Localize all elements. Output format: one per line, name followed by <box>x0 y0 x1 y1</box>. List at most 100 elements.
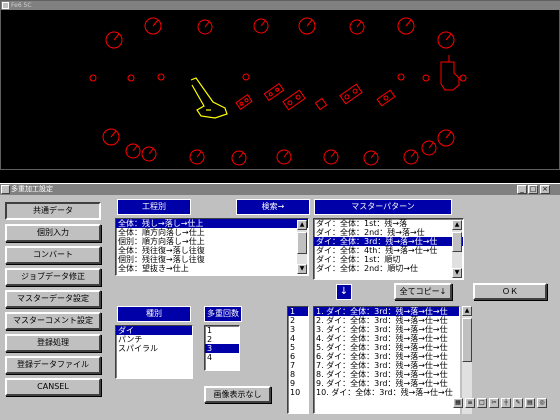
process-list-item[interactable]: 個別：順方向落し→仕上 <box>116 237 308 246</box>
arm-part <box>190 77 228 119</box>
maximize-button[interactable]: □ <box>528 185 538 194</box>
count-list-item[interactable]: 2 <box>205 335 239 344</box>
die-hole <box>189 149 205 165</box>
process-list-item[interactable]: 全体：順方向落し→仕上 <box>116 228 308 237</box>
individual-input-button[interactable]: 個別入力 <box>5 224 101 242</box>
result-number-item[interactable]: 7 <box>288 361 308 370</box>
result-number-listbox[interactable]: 1 2 3 4 5 6 7 8 9 10 <box>287 306 309 414</box>
lines-icon[interactable]: ≡ <box>465 398 475 408</box>
scroll-down-icon[interactable]: ▼ <box>297 264 307 274</box>
die-part <box>282 89 306 111</box>
scroll-up-icon[interactable]: ▲ <box>452 220 462 230</box>
process-listbox[interactable]: 全体：残し→落し→仕上 全体：順方向落し→仕上 個別：順方向落し→仕上 全体：残往復→… <box>115 218 309 276</box>
process-scrollbar[interactable]: ▲ ▼ <box>297 220 307 274</box>
grid2-icon[interactable]: ▤ <box>525 398 535 408</box>
register-process-button[interactable]: 登録処理 <box>5 334 101 352</box>
scroll-up-icon[interactable]: ▲ <box>297 220 307 230</box>
result-number-item[interactable]: 4 <box>288 334 308 343</box>
pin <box>242 73 250 81</box>
register-data-file-button[interactable]: 登録データファイル <box>5 356 101 374</box>
result-list-item[interactable]: 4. ダイ：全体：3rd：残→落→仕→仕 <box>314 334 459 343</box>
result-listbox[interactable]: 1. ダイ：全体：3rd：残→落→仕→仕 2. ダイ：全体：3rd：残→落→仕→仕… <box>313 306 460 414</box>
result-number-item[interactable]: 8 <box>288 370 308 379</box>
die-hole <box>437 31 455 49</box>
result-list-item[interactable]: 7. ダイ：全体：3rd：残→落→仕→仕 <box>314 361 459 370</box>
close-button[interactable]: × <box>540 185 550 194</box>
process-list-item[interactable]: 個別：残往復→落し往復 <box>116 255 308 264</box>
pattern-list-item[interactable]: ダイ：全体：1st：残→落 <box>314 219 463 228</box>
result-list-item[interactable]: 6. ダイ：全体：3rd：残→落→仕→仕 <box>314 352 459 361</box>
result-list-item[interactable]: 10. ダイ：全体：3rd：残→落→仕→仕 <box>314 388 459 397</box>
minimize-button[interactable]: _ <box>517 185 527 194</box>
grid-icon[interactable]: ▦ <box>453 398 463 408</box>
die-hole <box>105 31 123 49</box>
punch-shape <box>440 55 460 91</box>
system-menu-icon[interactable] <box>2 2 9 9</box>
master-comment-settings-button[interactable]: マスターコメント設定 <box>5 312 101 330</box>
common-data-button[interactable]: 共通データ <box>5 202 101 220</box>
result-list-item[interactable]: 8. ダイ：全体：3rd：残→落→仕→仕 <box>314 370 459 379</box>
pattern-list-item[interactable]: ダイ：全体：2nd：残→落→仕 <box>314 228 463 237</box>
scroll-up-icon[interactable]: ▲ <box>462 306 472 316</box>
multi-count-listbox[interactable]: 1234 <box>204 325 240 371</box>
ruler-icon[interactable]: ┼ <box>501 398 511 408</box>
cancel-button[interactable]: CANSEL <box>5 378 101 396</box>
type-list-item[interactable]: ダイ <box>116 326 192 335</box>
scroll-thumb[interactable] <box>452 232 462 252</box>
process-list-item[interactable]: 全体：残し→落し→仕上 <box>116 219 308 228</box>
master-pattern-label: マスターパターン <box>314 199 452 215</box>
ok-button[interactable]: ＯＫ <box>473 283 547 300</box>
pen-icon[interactable]: ✎ <box>513 398 523 408</box>
count-list-item[interactable]: 3 <box>205 344 239 353</box>
die-hole <box>253 18 269 34</box>
count-list-item[interactable]: 4 <box>205 353 239 362</box>
frame-icon[interactable]: □ <box>477 398 487 408</box>
process-label: 工程別 <box>117 199 191 215</box>
result-list-item[interactable]: 2. ダイ：全体：3rd：残→落→仕→仕 <box>314 316 459 325</box>
master-pattern-listbox[interactable]: ダイ：全体：1st：残→落 ダイ：全体：2nd：残→落→仕 ダイ：全体：3rd：残→… <box>313 218 464 280</box>
result-number-item[interactable]: 2 <box>288 316 308 325</box>
cad-window: Fe6 5C <box>0 0 560 170</box>
scroll-thumb[interactable] <box>297 232 307 254</box>
result-list-item[interactable]: 3. ダイ：全体：3rd：残→落→仕→仕 <box>314 325 459 334</box>
copy-all-button[interactable]: 全てコピー↓ <box>394 283 452 300</box>
pattern-scrollbar[interactable]: ▲ ▼ <box>452 220 462 278</box>
type-listbox[interactable]: ダイ パンチ スパイラル <box>115 325 193 379</box>
die-hole <box>437 129 455 147</box>
cut-icon[interactable]: ✂ <box>489 398 499 408</box>
die-hole <box>421 140 437 156</box>
count-list-item[interactable]: 1 <box>205 326 239 335</box>
type-list-item[interactable]: スパイラル <box>116 344 192 353</box>
process-list-item[interactable]: 全体：残往復→落し往復 <box>116 246 308 255</box>
result-list-item[interactable]: 9. ダイ：全体：3rd：残→落→仕→仕 <box>314 379 459 388</box>
pattern-list-item[interactable]: ダイ：全体：1st：順切 <box>314 255 463 264</box>
result-number-item[interactable]: 9 <box>288 379 308 388</box>
result-number-item[interactable]: 1 <box>288 307 308 316</box>
cad-canvas[interactable] <box>1 10 560 171</box>
type-list-item[interactable]: パンチ <box>116 335 192 344</box>
arrow-down-button[interactable]: ↓ <box>336 284 352 300</box>
hide-image-button[interactable]: 画像表示なし <box>204 386 271 403</box>
result-number-item[interactable]: 3 <box>288 325 308 334</box>
die-part <box>376 89 396 107</box>
cad-titlebar: Fe6 5C <box>1 1 560 10</box>
master-data-settings-button[interactable]: マスターデータ設定 <box>5 290 101 308</box>
pattern-list-item[interactable]: ダイ：全体：2nd：順切→仕 <box>314 264 463 273</box>
result-number-item[interactable]: 10 <box>288 388 308 397</box>
system-menu-icon[interactable] <box>1 185 10 194</box>
pattern-list-item[interactable]: ダイ：全体：3rd：残→落→仕→仕 <box>314 237 463 246</box>
convert-button[interactable]: コンバート <box>5 246 101 264</box>
result-number-item[interactable]: 6 <box>288 352 308 361</box>
die-hole <box>197 19 213 35</box>
scroll-down-icon[interactable]: ▼ <box>452 268 462 278</box>
scroll-thumb[interactable] <box>462 318 472 362</box>
result-list-item[interactable]: 5. ダイ：全体：3rd：残→落→仕→仕 <box>314 343 459 352</box>
result-number-item[interactable]: 5 <box>288 343 308 352</box>
zoom-icon[interactable]: ◎ <box>537 398 547 408</box>
search-button[interactable]: 検索→ <box>236 199 310 215</box>
die-hole <box>276 149 292 165</box>
process-list-item[interactable]: 全体：望抜き→仕上 <box>116 264 308 273</box>
pattern-list-item[interactable]: ダイ：全体：4th：残→落→仕→仕 <box>314 246 463 255</box>
result-list-item[interactable]: 1. ダイ：全体：3rd：残→落→仕→仕 <box>314 307 459 316</box>
job-data-edit-button[interactable]: ジョブデータ修正 <box>5 268 101 286</box>
